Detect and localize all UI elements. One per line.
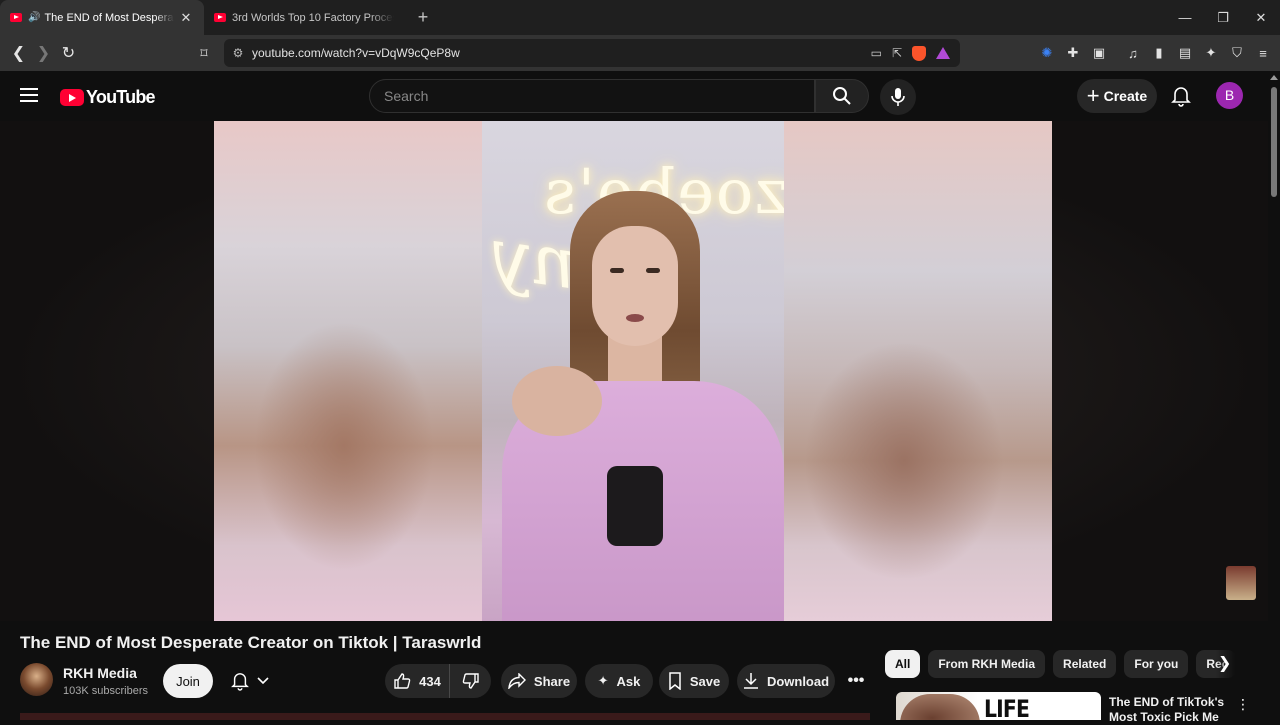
- more-vertical-icon[interactable]: ⋮: [1236, 696, 1250, 713]
- thumbs-down-icon: [462, 673, 479, 689]
- brave-rewards-icon[interactable]: [936, 47, 950, 59]
- video-title: The END of Most Desperate Creator on Tik…: [20, 633, 482, 652]
- download-icon: [743, 673, 758, 689]
- download-button[interactable]: Download: [737, 664, 835, 698]
- extensions-icon[interactable]: ✚: [1064, 45, 1082, 61]
- video-player[interactable]: zoebe's bny: [0, 121, 1268, 621]
- account-avatar[interactable]: B: [1216, 82, 1243, 109]
- search-input[interactable]: Search: [369, 79, 815, 113]
- audio-playing-icon[interactable]: 🔊: [28, 12, 40, 23]
- video-frame[interactable]: zoebe's bny: [482, 121, 784, 621]
- channel-watermark[interactable]: [1226, 566, 1256, 600]
- person-face: [592, 226, 678, 346]
- chip-related[interactable]: Related: [1053, 650, 1117, 678]
- share-button[interactable]: Share: [501, 664, 577, 698]
- voice-search-button[interactable]: [880, 79, 916, 115]
- bell-icon: [1171, 87, 1191, 107]
- share-page-icon[interactable]: ⇱: [892, 46, 902, 60]
- chip-from-channel[interactable]: From RKH Media: [928, 650, 1046, 678]
- close-window-icon[interactable]: ✕: [1242, 0, 1280, 35]
- save-button[interactable]: Save: [659, 664, 729, 698]
- youtube-play-icon: [60, 89, 84, 106]
- chip-for-you[interactable]: For you: [1124, 650, 1189, 678]
- search-icon: [833, 87, 851, 105]
- subscription-notification-button[interactable]: [219, 664, 281, 698]
- extensions-row: ✺ ✚ ▣ ♫ ▮ ▤ ✦ ⛉ ≡: [1038, 35, 1272, 71]
- url-text[interactable]: youtube.com/watch?v=vDqW9cQeP8w: [252, 46, 871, 60]
- site-settings-icon[interactable]: ⚙: [224, 46, 252, 60]
- youtube-header: YouTube Search + Create B: [0, 71, 1268, 121]
- cast-icon[interactable]: ▭: [871, 46, 882, 60]
- dislike-button[interactable]: [449, 664, 491, 698]
- sparkle-icon: ✦: [597, 673, 609, 688]
- person-shoulder: [512, 366, 602, 436]
- close-tab-icon[interactable]: ✕: [178, 10, 194, 26]
- screenshot-icon[interactable]: ▣: [1090, 45, 1108, 61]
- person-top: [607, 466, 663, 546]
- vpn-icon[interactable]: ✺: [1038, 45, 1056, 61]
- media-icon[interactable]: ♫: [1124, 46, 1142, 61]
- browser-tab[interactable]: 3rd Worlds Top 10 Factory Processing: [204, 0, 404, 35]
- chevron-down-icon: [257, 677, 269, 685]
- minimize-icon[interactable]: —: [1166, 0, 1204, 35]
- bookmark-icon[interactable]: ⌑: [196, 35, 212, 71]
- chip-all[interactable]: All: [885, 650, 921, 678]
- menu-icon[interactable]: ≡: [1254, 46, 1272, 61]
- tab-title: The END of Most Desperate Creator on Tik…: [44, 11, 174, 24]
- recommended-video-thumbnail[interactable]: LIFE RUINED: [896, 692, 1101, 720]
- search-button[interactable]: [815, 79, 869, 113]
- like-button[interactable]: 434: [385, 664, 449, 698]
- browser-tabbar: 🔊 The END of Most Desperate Creator on T…: [0, 0, 1280, 35]
- more-actions-button[interactable]: •••: [842, 664, 870, 698]
- thumbs-up-icon: [394, 673, 411, 689]
- blurred-background-right: [784, 121, 1052, 621]
- recommended-video-title[interactable]: The END of TikTok's Most Toxic Pick Me: [1109, 695, 1227, 725]
- join-button[interactable]: Join: [163, 664, 213, 698]
- scrollbar-thumb[interactable]: [1271, 87, 1277, 197]
- address-bar[interactable]: ⚙ youtube.com/watch?v=vDqW9cQeP8w ▭ ⇱: [224, 39, 960, 67]
- bookmark-icon: [669, 672, 681, 690]
- description-box-edge: [20, 713, 870, 720]
- scroll-up-icon[interactable]: [1270, 75, 1278, 80]
- leo-ai-icon[interactable]: ✦: [1202, 45, 1220, 61]
- vpn-shield-icon[interactable]: ⛉: [1228, 45, 1246, 61]
- youtube-favicon-icon: [214, 13, 226, 22]
- related-filter-chips: All From RKH Media Related For you Rec: [885, 649, 1237, 679]
- plus-icon: +: [1086, 83, 1100, 108]
- youtube-favicon-icon: [10, 13, 22, 22]
- channel-avatar[interactable]: [20, 663, 53, 696]
- blurred-background-left: [214, 121, 482, 621]
- sidebar-icon[interactable]: ▮: [1150, 45, 1168, 61]
- forward-icon[interactable]: ❯: [31, 43, 56, 63]
- brave-shields-icon[interactable]: [912, 45, 926, 61]
- new-tab-button[interactable]: +: [408, 7, 438, 28]
- subscriber-count: 103K subscribers: [63, 685, 148, 697]
- page-scrollbar[interactable]: [1268, 71, 1280, 720]
- youtube-logo[interactable]: YouTube: [60, 87, 156, 108]
- tab-title: 3rd Worlds Top 10 Factory Processing: [232, 11, 394, 24]
- wallet-icon[interactable]: ▤: [1176, 45, 1194, 61]
- restore-icon[interactable]: ❐: [1204, 0, 1242, 35]
- back-icon[interactable]: ❮: [6, 43, 31, 63]
- create-button[interactable]: + Create: [1077, 79, 1157, 113]
- share-arrow-icon: [508, 673, 526, 689]
- reload-icon[interactable]: ↻: [56, 43, 81, 63]
- window-controls: — ❐ ✕: [1166, 0, 1280, 35]
- browser-toolbar: ❮ ❯ ↻ ⌑ ⚙ youtube.com/watch?v=vDqW9cQeP8…: [0, 35, 1280, 71]
- like-count: 434: [419, 673, 441, 689]
- microphone-icon: [891, 88, 905, 106]
- ask-button[interactable]: ✦ Ask: [585, 664, 653, 698]
- bell-icon: [231, 673, 249, 691]
- guide-menu-icon[interactable]: [20, 88, 38, 102]
- notifications-button[interactable]: [1168, 83, 1194, 109]
- channel-name[interactable]: RKH Media: [63, 665, 137, 681]
- browser-tab-active[interactable]: 🔊 The END of Most Desperate Creator on T…: [0, 0, 204, 35]
- chevron-right-icon[interactable]: ❯: [1218, 653, 1231, 673]
- more-horizontal-icon: •••: [847, 672, 865, 689]
